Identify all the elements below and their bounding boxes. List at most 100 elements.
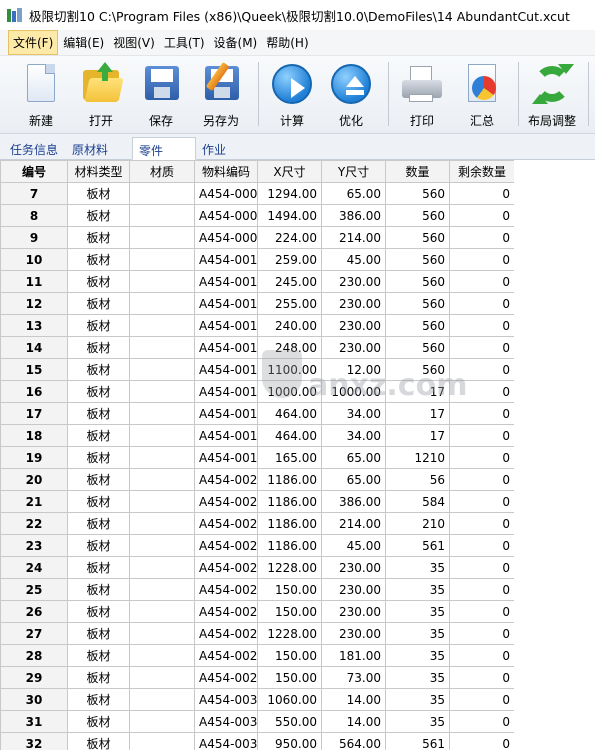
material-code-cell[interactable]: A454-002 bbox=[194, 600, 258, 623]
material-code-cell[interactable]: A454-002 bbox=[194, 644, 258, 667]
table-row[interactable]: 20 板材 A454-002 1186.00 65.00 56 0 bbox=[0, 468, 515, 491]
x-size-cell[interactable]: 1186.00 bbox=[257, 468, 322, 491]
table-row[interactable]: 13 板材 A454-001 240.00 230.00 560 0 bbox=[0, 314, 515, 337]
material-type-cell[interactable]: 板材 bbox=[67, 622, 130, 645]
y-size-cell[interactable]: 34.00 bbox=[321, 402, 386, 425]
material-grade-cell[interactable] bbox=[129, 710, 195, 733]
material-type-cell[interactable]: 板材 bbox=[67, 710, 130, 733]
material-grade-cell[interactable] bbox=[129, 226, 195, 249]
remaining-cell[interactable]: 0 bbox=[449, 600, 515, 623]
quantity-cell[interactable]: 560 bbox=[385, 204, 450, 227]
material-grade-cell[interactable] bbox=[129, 622, 195, 645]
y-size-cell[interactable]: 65.00 bbox=[321, 446, 386, 469]
y-size-cell[interactable]: 230.00 bbox=[321, 292, 386, 315]
remaining-cell[interactable]: 0 bbox=[449, 622, 515, 645]
save-button[interactable]: 保存 bbox=[132, 60, 190, 130]
remaining-cell[interactable]: 0 bbox=[449, 446, 515, 469]
table-row[interactable]: 9 板材 A454-000 224.00 214.00 560 0 bbox=[0, 226, 515, 249]
table-row[interactable]: 24 板材 A454-002 1228.00 230.00 35 0 bbox=[0, 556, 515, 579]
table-row[interactable]: 18 板材 A454-001 464.00 34.00 17 0 bbox=[0, 424, 515, 447]
material-code-cell[interactable]: A454-001 bbox=[194, 358, 258, 381]
remaining-cell[interactable]: 0 bbox=[449, 314, 515, 337]
quantity-cell[interactable]: 35 bbox=[385, 578, 450, 601]
table-row[interactable]: 28 板材 A454-002 150.00 181.00 35 0 bbox=[0, 644, 515, 667]
quantity-cell[interactable]: 560 bbox=[385, 248, 450, 271]
material-grade-cell[interactable] bbox=[129, 314, 195, 337]
quantity-cell[interactable]: 35 bbox=[385, 644, 450, 667]
material-type-cell[interactable]: 板材 bbox=[67, 402, 130, 425]
y-size-cell[interactable]: 564.00 bbox=[321, 732, 386, 750]
quantity-cell[interactable]: 561 bbox=[385, 534, 450, 557]
material-type-cell[interactable]: 板材 bbox=[67, 270, 130, 293]
quantity-cell[interactable]: 35 bbox=[385, 556, 450, 579]
quantity-cell[interactable]: 560 bbox=[385, 314, 450, 337]
material-code-cell[interactable]: A454-002 bbox=[194, 556, 258, 579]
x-size-cell[interactable]: 1228.00 bbox=[257, 556, 322, 579]
material-code-cell[interactable]: A454-003 bbox=[194, 732, 258, 750]
row-id-cell[interactable]: 27 bbox=[0, 622, 68, 645]
row-id-cell[interactable]: 26 bbox=[0, 600, 68, 623]
remaining-cell[interactable]: 0 bbox=[449, 204, 515, 227]
material-type-cell[interactable]: 板材 bbox=[67, 292, 130, 315]
quantity-cell[interactable]: 17 bbox=[385, 424, 450, 447]
quantity-cell[interactable]: 35 bbox=[385, 688, 450, 711]
material-grade-cell[interactable] bbox=[129, 204, 195, 227]
table-row[interactable]: 17 板材 A454-001 464.00 34.00 17 0 bbox=[0, 402, 515, 425]
y-size-cell[interactable]: 181.00 bbox=[321, 644, 386, 667]
material-grade-cell[interactable] bbox=[129, 732, 195, 750]
new-button[interactable]: 新建 bbox=[12, 60, 70, 130]
table-row[interactable]: 7 板材 A454-000 1294.00 65.00 560 0 bbox=[0, 182, 515, 205]
y-size-cell[interactable]: 230.00 bbox=[321, 578, 386, 601]
quantity-cell[interactable]: 35 bbox=[385, 710, 450, 733]
remaining-cell[interactable]: 0 bbox=[449, 336, 515, 359]
table-row[interactable]: 30 板材 A454-003 1060.00 14.00 35 0 bbox=[0, 688, 515, 711]
x-size-cell[interactable]: 150.00 bbox=[257, 666, 322, 689]
row-id-cell[interactable]: 21 bbox=[0, 490, 68, 513]
menu-device[interactable]: 设备(M) bbox=[210, 31, 262, 54]
material-grade-cell[interactable] bbox=[129, 666, 195, 689]
material-code-cell[interactable]: A454-002 bbox=[194, 534, 258, 557]
material-grade-cell[interactable] bbox=[129, 512, 195, 535]
material-code-cell[interactable]: A454-001 bbox=[194, 424, 258, 447]
column-header-id[interactable]: 编号 bbox=[0, 160, 68, 183]
y-size-cell[interactable]: 230.00 bbox=[321, 336, 386, 359]
row-id-cell[interactable]: 10 bbox=[0, 248, 68, 271]
x-size-cell[interactable]: 1186.00 bbox=[257, 512, 322, 535]
y-size-cell[interactable]: 65.00 bbox=[321, 468, 386, 491]
material-grade-cell[interactable] bbox=[129, 446, 195, 469]
remaining-cell[interactable]: 0 bbox=[449, 666, 515, 689]
material-code-cell[interactable]: A454-000 bbox=[194, 226, 258, 249]
remaining-cell[interactable]: 0 bbox=[449, 578, 515, 601]
save-as-button[interactable]: 另存为 bbox=[192, 60, 250, 130]
material-grade-cell[interactable] bbox=[129, 424, 195, 447]
row-id-cell[interactable]: 16 bbox=[0, 380, 68, 403]
remaining-cell[interactable]: 0 bbox=[449, 512, 515, 535]
material-type-cell[interactable]: 板材 bbox=[67, 512, 130, 535]
optimize-button[interactable]: 优化 bbox=[322, 60, 380, 130]
row-id-cell[interactable]: 12 bbox=[0, 292, 68, 315]
material-type-cell[interactable]: 板材 bbox=[67, 336, 130, 359]
quantity-cell[interactable]: 35 bbox=[385, 600, 450, 623]
material-grade-cell[interactable] bbox=[129, 402, 195, 425]
tab-task-info[interactable]: 任务信息 bbox=[4, 137, 64, 160]
material-type-cell[interactable]: 板材 bbox=[67, 424, 130, 447]
row-id-cell[interactable]: 11 bbox=[0, 270, 68, 293]
remaining-cell[interactable]: 0 bbox=[449, 270, 515, 293]
x-size-cell[interactable]: 464.00 bbox=[257, 424, 322, 447]
material-code-cell[interactable]: A454-000 bbox=[194, 182, 258, 205]
material-code-cell[interactable]: A454-003 bbox=[194, 710, 258, 733]
row-id-cell[interactable]: 15 bbox=[0, 358, 68, 381]
remaining-cell[interactable]: 0 bbox=[449, 556, 515, 579]
x-size-cell[interactable]: 1186.00 bbox=[257, 490, 322, 513]
table-row[interactable]: 23 板材 A454-002 1186.00 45.00 561 0 bbox=[0, 534, 515, 557]
material-code-cell[interactable]: A454-001 bbox=[194, 402, 258, 425]
material-type-cell[interactable]: 板材 bbox=[67, 600, 130, 623]
material-type-cell[interactable]: 板材 bbox=[67, 204, 130, 227]
material-code-cell[interactable]: A454-001 bbox=[194, 248, 258, 271]
material-type-cell[interactable]: 板材 bbox=[67, 578, 130, 601]
print-button[interactable]: 打印 bbox=[393, 60, 451, 130]
row-id-cell[interactable]: 30 bbox=[0, 688, 68, 711]
y-size-cell[interactable]: 45.00 bbox=[321, 248, 386, 271]
remaining-cell[interactable]: 0 bbox=[449, 644, 515, 667]
row-id-cell[interactable]: 23 bbox=[0, 534, 68, 557]
